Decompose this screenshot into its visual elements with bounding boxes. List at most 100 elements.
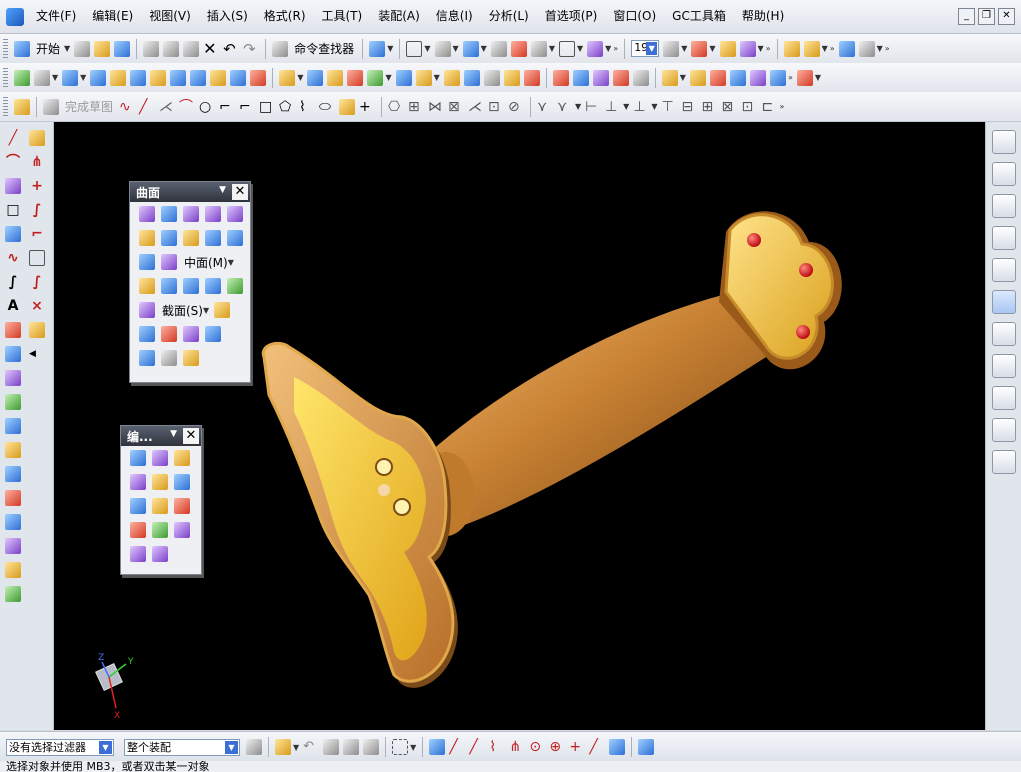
minimize-button[interactable]: _ bbox=[958, 8, 975, 25]
thicken-surface-icon[interactable] bbox=[161, 350, 177, 366]
selection-scope-select[interactable]: 整个装配 ▼ bbox=[124, 738, 240, 756]
menu-preferences[interactable]: 首选项(P) bbox=[537, 0, 606, 33]
rough-offset-icon[interactable] bbox=[183, 278, 199, 294]
chamfer-icon[interactable] bbox=[415, 69, 432, 86]
select-features-icon[interactable] bbox=[323, 739, 340, 755]
fillet-tool-icon[interactable] bbox=[29, 130, 45, 146]
section-button[interactable]: 截面(S) bbox=[162, 302, 203, 319]
edit-palette-close-button[interactable]: ✕ bbox=[183, 428, 199, 444]
unite-icon[interactable] bbox=[279, 69, 296, 86]
resize-blend-icon[interactable] bbox=[769, 69, 786, 86]
intersect-icon[interactable] bbox=[327, 69, 344, 86]
existing-point-icon[interactable]: + bbox=[569, 739, 585, 755]
menu-format[interactable]: 格式(R) bbox=[256, 0, 314, 33]
convert-reference-icon[interactable]: ⊟ bbox=[681, 99, 697, 115]
divide-curve-icon[interactable]: + bbox=[29, 178, 45, 194]
isoparametric-icon[interactable] bbox=[5, 514, 21, 530]
text-tool-icon[interactable]: A bbox=[5, 298, 21, 314]
constraints-icon[interactable]: ⊥ bbox=[605, 99, 621, 115]
work-layer-select[interactable]: 19 bbox=[631, 40, 660, 57]
toolbar-grip[interactable] bbox=[3, 67, 8, 88]
cone-icon[interactable] bbox=[170, 69, 187, 86]
conic-icon[interactable] bbox=[339, 98, 356, 115]
system-materials-tab[interactable] bbox=[991, 322, 1016, 346]
replace-face-icon[interactable] bbox=[709, 69, 726, 86]
transition-icon[interactable] bbox=[227, 230, 243, 246]
move-face-icon[interactable] bbox=[689, 69, 706, 86]
curve-length-tool-icon[interactable]: ⨯ bbox=[29, 298, 45, 314]
background-icon[interactable] bbox=[558, 40, 575, 57]
alternate-solution-icon[interactable]: ⊞ bbox=[701, 99, 717, 115]
move-pole-icon[interactable] bbox=[152, 474, 168, 490]
wcs-icon[interactable] bbox=[587, 40, 604, 57]
menu-tools[interactable]: 工具(T) bbox=[314, 0, 371, 33]
reuse-library-tab[interactable] bbox=[991, 194, 1016, 218]
constraint-icon[interactable] bbox=[858, 40, 875, 57]
variable-offset-icon[interactable] bbox=[161, 278, 177, 294]
reverse-normal-icon[interactable] bbox=[174, 522, 190, 538]
quick-trim-icon[interactable]: ⊘ bbox=[508, 99, 524, 115]
move-defining-point-icon[interactable] bbox=[174, 474, 190, 490]
corner-tool-icon[interactable]: ⌐ bbox=[29, 226, 45, 242]
menu-edit[interactable]: 编辑(E) bbox=[84, 0, 141, 33]
mid-surface-button[interactable]: 中面(M) bbox=[184, 254, 228, 271]
fillet-icon[interactable]: ⌐ bbox=[219, 99, 235, 115]
roles-tab[interactable] bbox=[991, 418, 1016, 442]
expand-icon[interactable] bbox=[130, 522, 146, 538]
change-stiffness-icon[interactable] bbox=[174, 498, 190, 514]
make-corner-icon[interactable]: ⋎ bbox=[557, 99, 573, 115]
intersection-snap-icon[interactable]: ⋔ bbox=[509, 739, 525, 755]
join-tool-icon[interactable] bbox=[5, 394, 21, 410]
through-curves-icon[interactable] bbox=[183, 206, 199, 222]
stretch-curve-icon[interactable]: ∫ bbox=[29, 202, 45, 218]
menu-assembly[interactable]: 装配(A) bbox=[370, 0, 428, 33]
extract-curve-icon[interactable] bbox=[5, 466, 21, 482]
through-curve-mesh-icon[interactable] bbox=[205, 206, 221, 222]
pocket-icon[interactable] bbox=[230, 69, 247, 86]
curve-length-icon[interactable] bbox=[5, 586, 21, 602]
sew-surface-icon[interactable] bbox=[139, 350, 155, 366]
edit-curve-icon[interactable] bbox=[5, 562, 21, 578]
change-degree-icon[interactable] bbox=[152, 498, 168, 514]
bounded-plane-icon[interactable] bbox=[205, 230, 221, 246]
arc-tool-icon[interactable]: ⌒ bbox=[5, 154, 21, 170]
toolbar-grip[interactable] bbox=[3, 96, 8, 117]
selection-mode-icon[interactable] bbox=[369, 40, 386, 57]
quick-extend-icon[interactable]: ⋎ bbox=[537, 99, 553, 115]
auto-constrain-icon[interactable]: ⊥ bbox=[633, 99, 649, 115]
point-on-surface-icon[interactable] bbox=[609, 739, 626, 755]
sketch-icon[interactable] bbox=[14, 69, 30, 86]
command-finder-button[interactable]: 命令查找器 bbox=[294, 40, 354, 57]
x-form-icon[interactable] bbox=[130, 450, 146, 466]
extension-icon[interactable] bbox=[161, 254, 177, 270]
finish-sketch-button[interactable]: 完成草图 bbox=[65, 98, 113, 115]
gc-toolbox-icon[interactable] bbox=[796, 69, 813, 86]
quadrant-point-icon[interactable]: ⊕ bbox=[549, 739, 565, 755]
offset-tool-icon[interactable] bbox=[5, 322, 21, 338]
constraint-line-icon[interactable]: ⋌ bbox=[159, 99, 175, 115]
menu-analysis[interactable]: 分析(L) bbox=[481, 0, 537, 33]
spline-tool-icon[interactable]: ∿ bbox=[5, 250, 21, 266]
edge-blend-icon[interactable] bbox=[395, 69, 412, 86]
rectangle-icon[interactable]: □ bbox=[259, 99, 275, 115]
control-point-icon[interactable]: ⌇ bbox=[489, 739, 505, 755]
intersection-point-icon[interactable]: ⊠ bbox=[448, 99, 464, 115]
menu-window[interactable]: 窗口(O) bbox=[605, 0, 664, 33]
four-point-surface-icon[interactable] bbox=[139, 206, 155, 222]
edit-parameters-icon[interactable] bbox=[29, 250, 45, 266]
shape-by-template-icon[interactable] bbox=[152, 546, 168, 562]
instance-feature-icon[interactable] bbox=[523, 69, 540, 86]
palette-menu-icon[interactable]: ▼ bbox=[219, 185, 226, 195]
sphere-icon[interactable] bbox=[190, 69, 207, 86]
select-bodies-icon[interactable] bbox=[343, 739, 360, 755]
draft-icon[interactable] bbox=[463, 69, 480, 86]
measure-angle-icon[interactable] bbox=[803, 40, 820, 57]
clock-history-tab[interactable] bbox=[991, 290, 1016, 314]
law-extension-icon[interactable] bbox=[139, 254, 155, 270]
fit-curve-icon[interactable] bbox=[29, 322, 45, 338]
left-toolbar-more-icon[interactable]: ◀ bbox=[29, 346, 45, 362]
web-browser-tab[interactable] bbox=[991, 226, 1016, 250]
datum-plane-icon[interactable] bbox=[34, 69, 50, 86]
shaded-icon[interactable] bbox=[530, 40, 547, 57]
rectangle-tool-icon[interactable]: □ bbox=[5, 202, 21, 218]
